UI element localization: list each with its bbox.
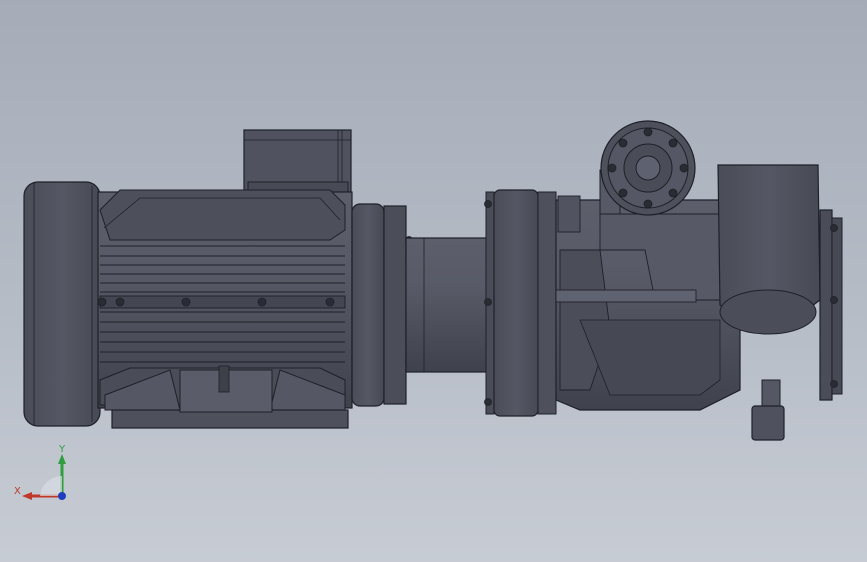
pump-assembly-model[interactable] (0, 0, 867, 562)
motor-fan-cover[interactable] (23, 181, 101, 427)
terminal-box[interactable] (243, 129, 352, 197)
pump-casing[interactable] (555, 195, 741, 411)
cad-viewport[interactable]: Y X (0, 0, 867, 562)
y-axis-label: Y (58, 444, 66, 455)
coupling[interactable] (405, 237, 491, 373)
coordinate-triad: Y X (14, 444, 66, 500)
pump-flange[interactable] (484, 189, 557, 417)
z-axis-dot (58, 492, 66, 500)
drain-plug[interactable] (751, 379, 785, 441)
x-axis-label: X (14, 486, 21, 497)
inlet-pipe[interactable] (599, 120, 696, 216)
motor-flange[interactable] (351, 203, 413, 407)
